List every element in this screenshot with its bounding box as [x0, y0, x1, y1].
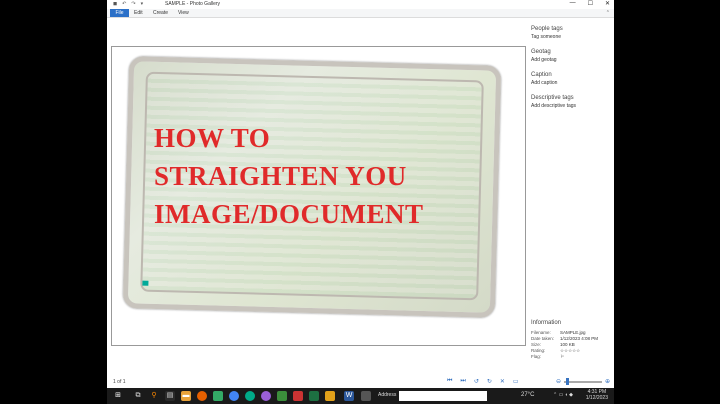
info-row: Flag: ⚐ — [531, 354, 611, 360]
geotag-heading: Geotag — [531, 49, 551, 55]
zoom-out-icon[interactable]: ⊖ — [556, 378, 561, 385]
window-controls: — ☐ ✕ — [570, 0, 610, 7]
quick-access-toolbar: ◼ ↶ ↷ ▾ — [113, 1, 143, 7]
rotate-left-icon[interactable]: ↺ — [474, 378, 479, 385]
search-icon[interactable]: ⚲ — [149, 391, 159, 401]
overlay-line-1: HOW TO — [154, 123, 271, 153]
tab-file[interactable]: File — [110, 9, 129, 17]
caption-heading: Caption — [531, 72, 552, 78]
firefox-icon[interactable] — [197, 391, 207, 401]
undo-icon[interactable]: ↶ — [122, 1, 126, 7]
title-bar: ◼ ↶ ↷ ▾ SAMPLE - Photo Gallery — ☐ ✕ — [107, 0, 614, 8]
save-icon[interactable]: ◼ — [113, 1, 117, 7]
app-icon[interactable] — [325, 391, 335, 401]
ribbon: File Edit Create View ⌃ — [107, 9, 614, 18]
window-title: SAMPLE - Photo Gallery — [165, 1, 221, 7]
tag-someone-link[interactable]: Tag someone — [531, 34, 611, 40]
add-descriptive-tags-link[interactable]: Add descriptive tags — [531, 103, 611, 109]
descriptive-tags-heading: Descriptive tags — [531, 95, 574, 101]
system-tray[interactable]: ⌃ ▭ ◖ ◆ — [553, 392, 573, 398]
app-icon[interactable] — [213, 391, 223, 401]
tab-edit[interactable]: Edit — [134, 10, 143, 17]
clock[interactable]: 4:31 PM 1/12/2023 — [586, 389, 608, 401]
information-heading: Information — [531, 320, 562, 326]
taskbar: ⊞ ⧉ ⚲ ▤ ▬ W Address 27°C ⌃ ▭ ◖ ◆ 4:31 PM… — [107, 388, 614, 404]
task-view-icon[interactable]: ⧉ — [133, 391, 143, 401]
photo-viewer[interactable]: HOW TO STRAIGHTEN YOU IMAGE/DOCUMENT — [111, 46, 526, 346]
customize-icon[interactable]: ▾ — [141, 1, 144, 7]
chrome-icon[interactable] — [229, 391, 239, 401]
add-caption-link[interactable]: Add caption — [531, 80, 611, 86]
add-geotag-link[interactable]: Add geotag — [531, 57, 611, 63]
photo-gallery-taskbar-icon[interactable] — [277, 391, 287, 401]
tab-create[interactable]: Create — [153, 10, 168, 17]
previous-icon[interactable]: ⏮ — [447, 378, 452, 385]
corner-mark — [142, 280, 149, 286]
info-pane: People tags Tag someone Geotag Add geota… — [531, 22, 611, 352]
app-icon[interactable] — [361, 391, 371, 401]
collapse-ribbon-icon[interactable]: ⌃ — [606, 10, 610, 16]
overlay-line-2: STRAIGHTEN YOU — [154, 161, 407, 191]
next-icon[interactable]: ⏭ — [460, 378, 465, 385]
status-bar: 1 of 1 ⏮ ⏭ ↺ ↻ ✕ ▭ ⊖ ⊕ — [107, 376, 614, 388]
close-button[interactable]: ✕ — [605, 0, 610, 7]
app-icon[interactable] — [261, 391, 271, 401]
overlay-text: HOW TO STRAIGHTEN YOU IMAGE/DOCUMENT — [154, 119, 454, 233]
zoom-control: ⊖ ⊕ — [556, 377, 610, 385]
weather-widget[interactable]: 27°C — [521, 392, 534, 398]
info-key: Flag: — [531, 354, 542, 359]
file-explorer-icon[interactable]: ▬ — [181, 391, 191, 401]
people-tags-heading: People tags — [531, 26, 563, 32]
information-section: Information Filename: SAMPLE.jpg Date ta… — [531, 320, 611, 360]
rotate-right-icon[interactable]: ↻ — [487, 378, 492, 385]
app-icon[interactable] — [293, 391, 303, 401]
flag-icon[interactable]: ⚐ — [560, 354, 564, 360]
word-icon[interactable]: W — [344, 391, 354, 401]
item-count: 1 of 1 — [113, 379, 126, 385]
zoom-in-icon[interactable]: ⊕ — [605, 378, 610, 385]
zoom-slider[interactable] — [563, 377, 602, 385]
slideshow-icon[interactable]: ▭ — [513, 378, 519, 385]
minimize-button[interactable]: — — [570, 0, 576, 7]
maximize-button[interactable]: ☐ — [588, 0, 593, 7]
address-input[interactable] — [399, 391, 487, 401]
app-icon[interactable]: ▤ — [165, 391, 175, 401]
viewer-toolbar: ⏮ ⏭ ↺ ↻ ✕ ▭ — [447, 378, 519, 385]
start-icon[interactable]: ⊞ — [113, 391, 123, 401]
tab-view[interactable]: View — [178, 10, 189, 17]
excel-icon[interactable] — [309, 391, 319, 401]
photo-gallery-window: ◼ ↶ ↷ ▾ SAMPLE - Photo Gallery — ☐ ✕ Fil… — [107, 0, 614, 404]
delete-icon[interactable]: ✕ — [500, 378, 505, 385]
overlay-line-3: IMAGE/DOCUMENT — [154, 199, 424, 229]
clock-date: 1/12/2023 — [585, 395, 608, 401]
edge-icon[interactable] — [245, 391, 255, 401]
redo-icon[interactable]: ↷ — [131, 1, 135, 7]
address-label: Address — [378, 392, 397, 398]
zoom-thumb[interactable] — [565, 377, 569, 385]
